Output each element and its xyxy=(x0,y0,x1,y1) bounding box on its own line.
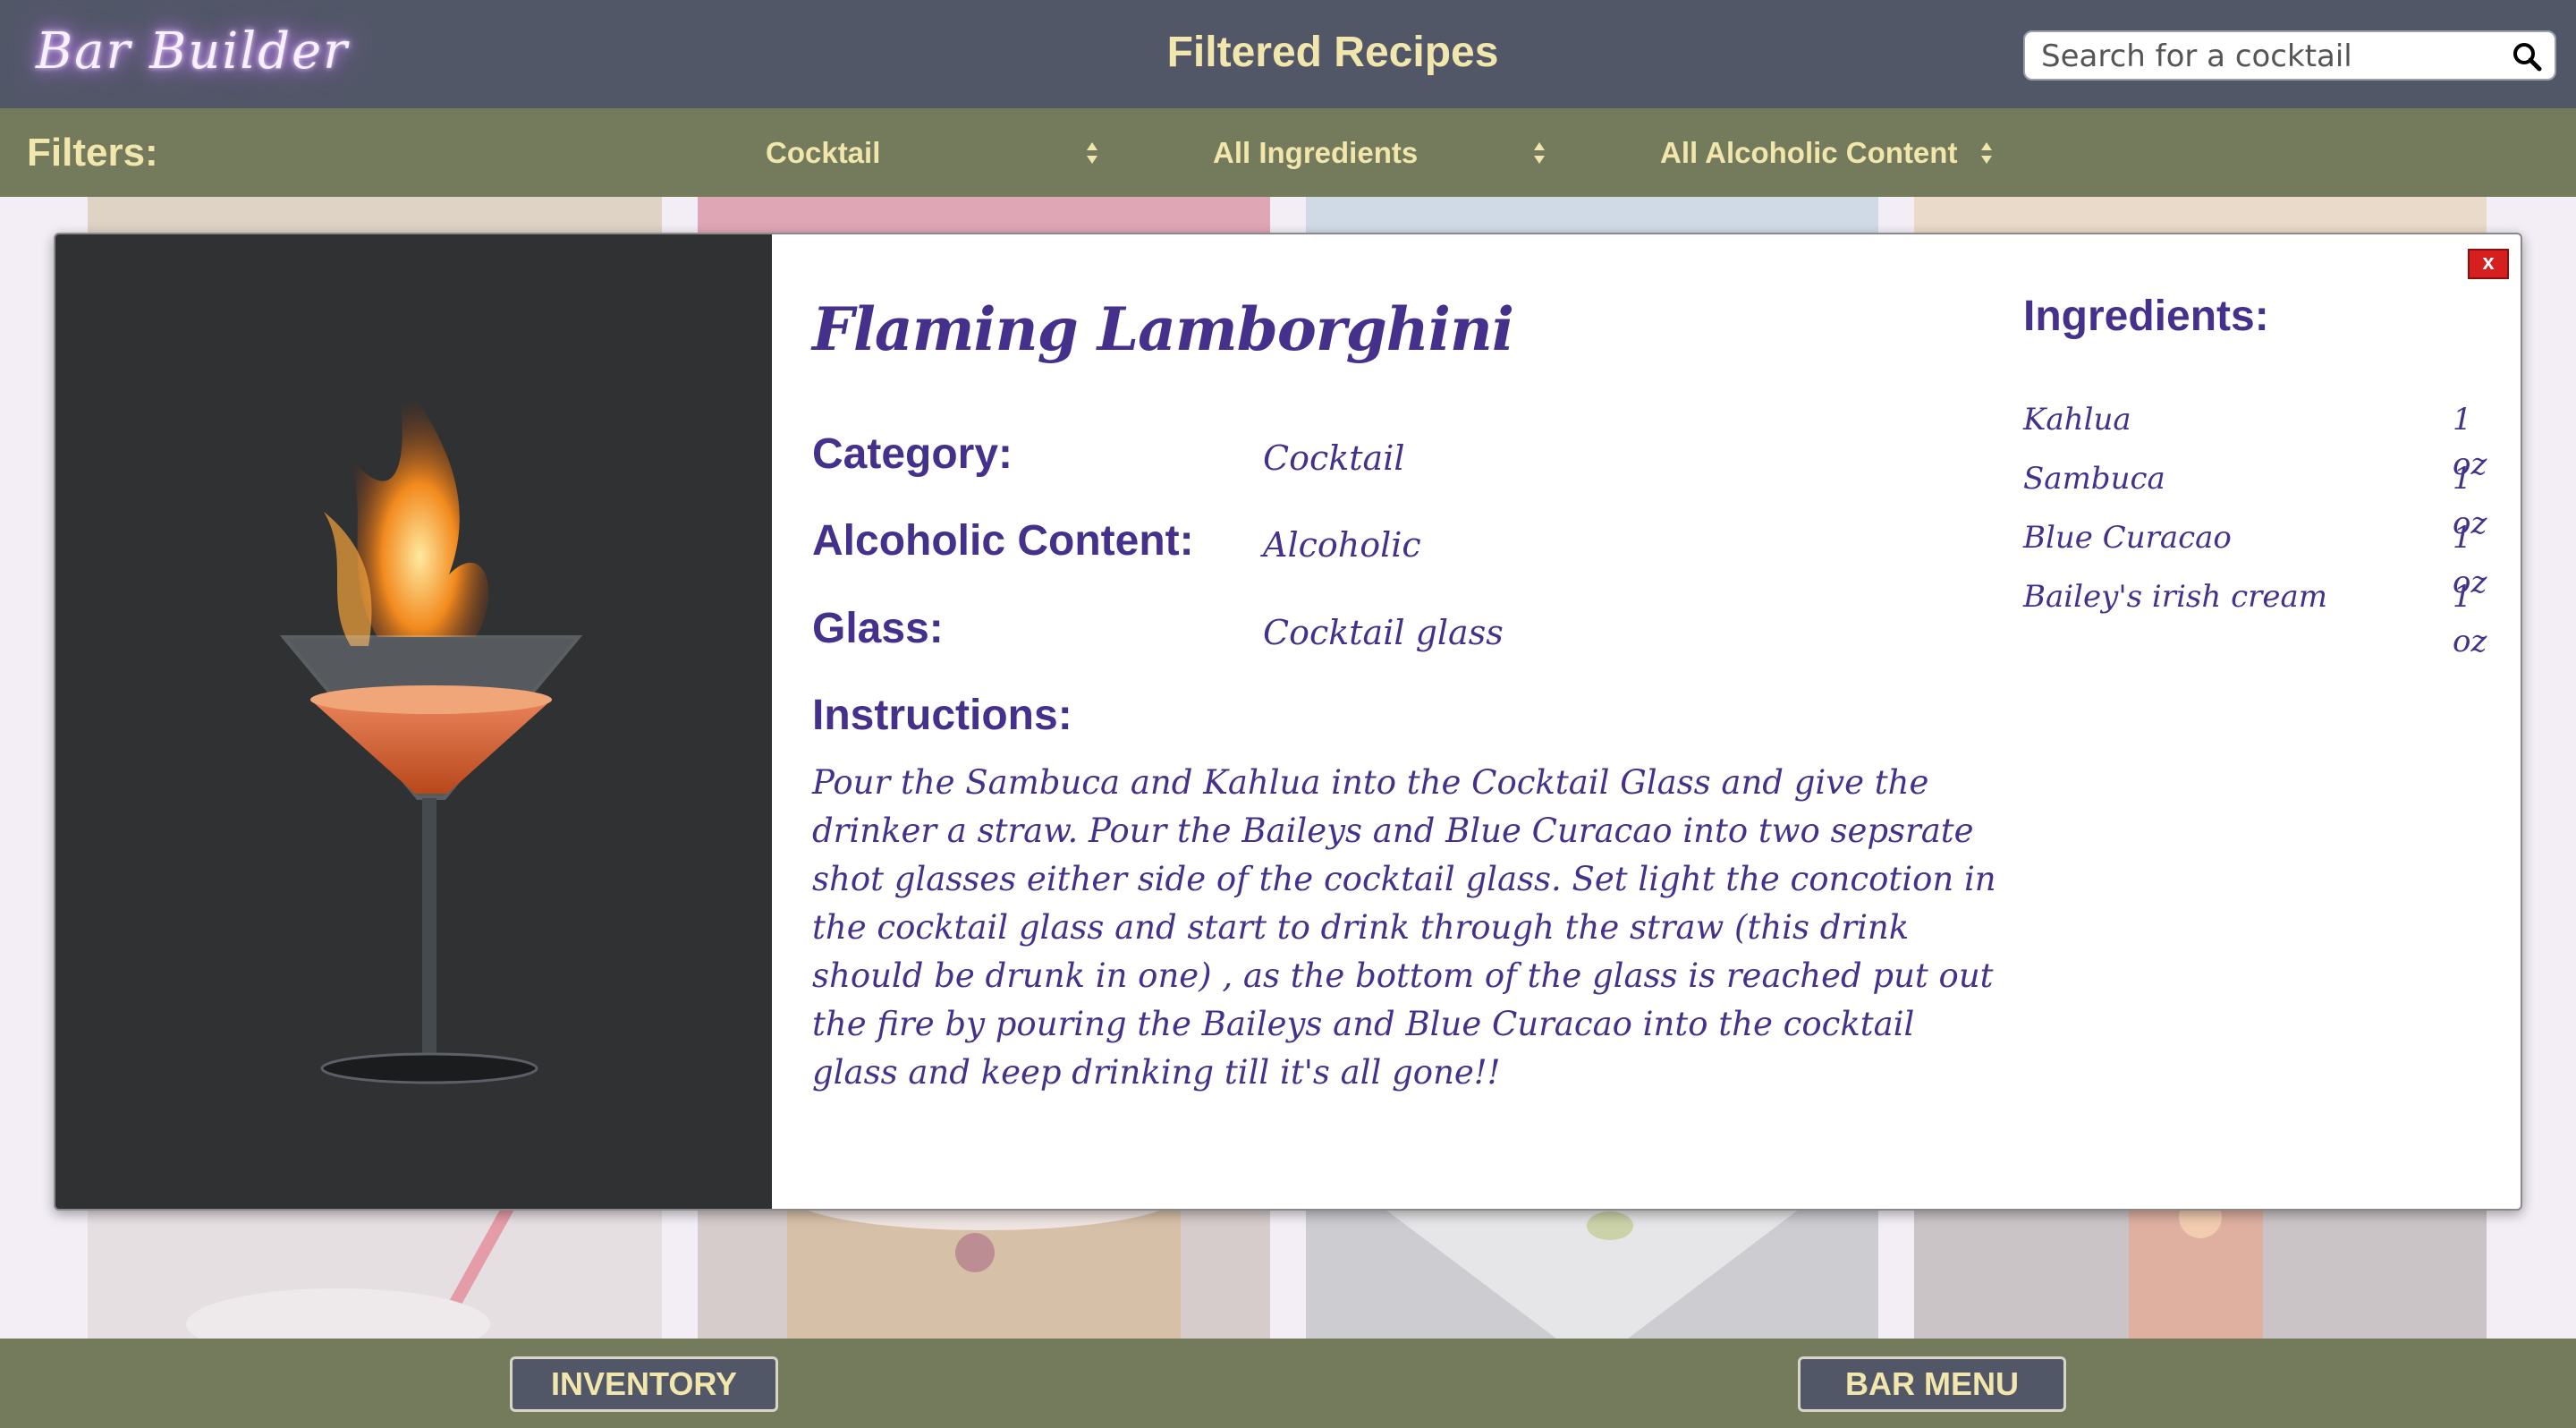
category-label: Category: xyxy=(812,430,1013,478)
ingredient-name: Sambuca xyxy=(2023,461,2165,497)
page-title: Filtered Recipes xyxy=(1166,29,1499,76)
select-arrows-icon xyxy=(1981,142,1992,164)
close-button[interactable]: x xyxy=(2468,249,2509,279)
alcoholic-filter-value: All Alcoholic Content xyxy=(1660,136,1958,169)
select-arrows-icon xyxy=(1534,142,1545,164)
recipe-modal: x Flaming Lamborghini Category: Cocktail… xyxy=(54,233,2522,1211)
category-filter-value: Cocktail xyxy=(766,136,881,169)
ingredient-name: Bailey's irish cream xyxy=(2023,579,2328,615)
filters-label: Filters: xyxy=(27,131,158,174)
ingredients-label: Ingredients: xyxy=(2023,293,2269,340)
bar-menu-button[interactable]: BAR MENU xyxy=(1798,1356,2066,1412)
inventory-button[interactable]: INVENTORY xyxy=(510,1356,778,1412)
ingredient-name: Kahlua xyxy=(2023,402,2131,438)
ingredient-row: Bailey's irish cream 1 oz xyxy=(2023,574,2488,659)
search-box[interactable] xyxy=(2023,30,2556,81)
select-arrows-icon xyxy=(1087,142,1097,164)
app-header: Bar Builder Filtered Recipes xyxy=(0,0,2576,108)
ingredient-row: Sambuca 1 oz xyxy=(2023,456,2488,541)
glass-label: Glass: xyxy=(812,605,944,652)
app-footer: INVENTORY BAR MENU xyxy=(0,1339,2576,1428)
search-icon[interactable] xyxy=(2512,41,2542,72)
alcoholic-filter[interactable]: All Alcoholic Content xyxy=(1660,130,2018,176)
category-filter[interactable]: Cocktail xyxy=(766,130,1106,176)
drink-photo xyxy=(55,234,772,1209)
instructions-text: Pour the Sambuca and Kahlua into the Coc… xyxy=(812,763,1996,1092)
alcoholic-content-label: Alcoholic Content: xyxy=(812,517,1194,565)
filter-bar: Filters: Cocktail All Ingredients All Al… xyxy=(0,108,2576,197)
ingredient-amount: 1 oz xyxy=(2453,579,2487,659)
search-input[interactable] xyxy=(2041,38,2488,75)
ingredients-filter-value: All Ingredients xyxy=(1213,136,1419,169)
category-value: Cocktail xyxy=(1263,438,1405,478)
ingredients-filter[interactable]: All Ingredients xyxy=(1213,130,1553,176)
drink-name: Flaming Lamborghini xyxy=(812,294,1514,364)
glass-value: Cocktail glass xyxy=(1263,613,1504,652)
ingredient-row: Kahlua 1 oz xyxy=(2023,397,2488,482)
ingredient-name: Blue Curacao xyxy=(2023,520,2232,556)
instructions-label: Instructions: xyxy=(812,692,1072,739)
ingredient-row: Blue Curacao 1 oz xyxy=(2023,515,2488,600)
app-logo[interactable]: Bar Builder xyxy=(36,16,349,88)
alcoholic-content-value: Alcoholic xyxy=(1263,525,1421,565)
